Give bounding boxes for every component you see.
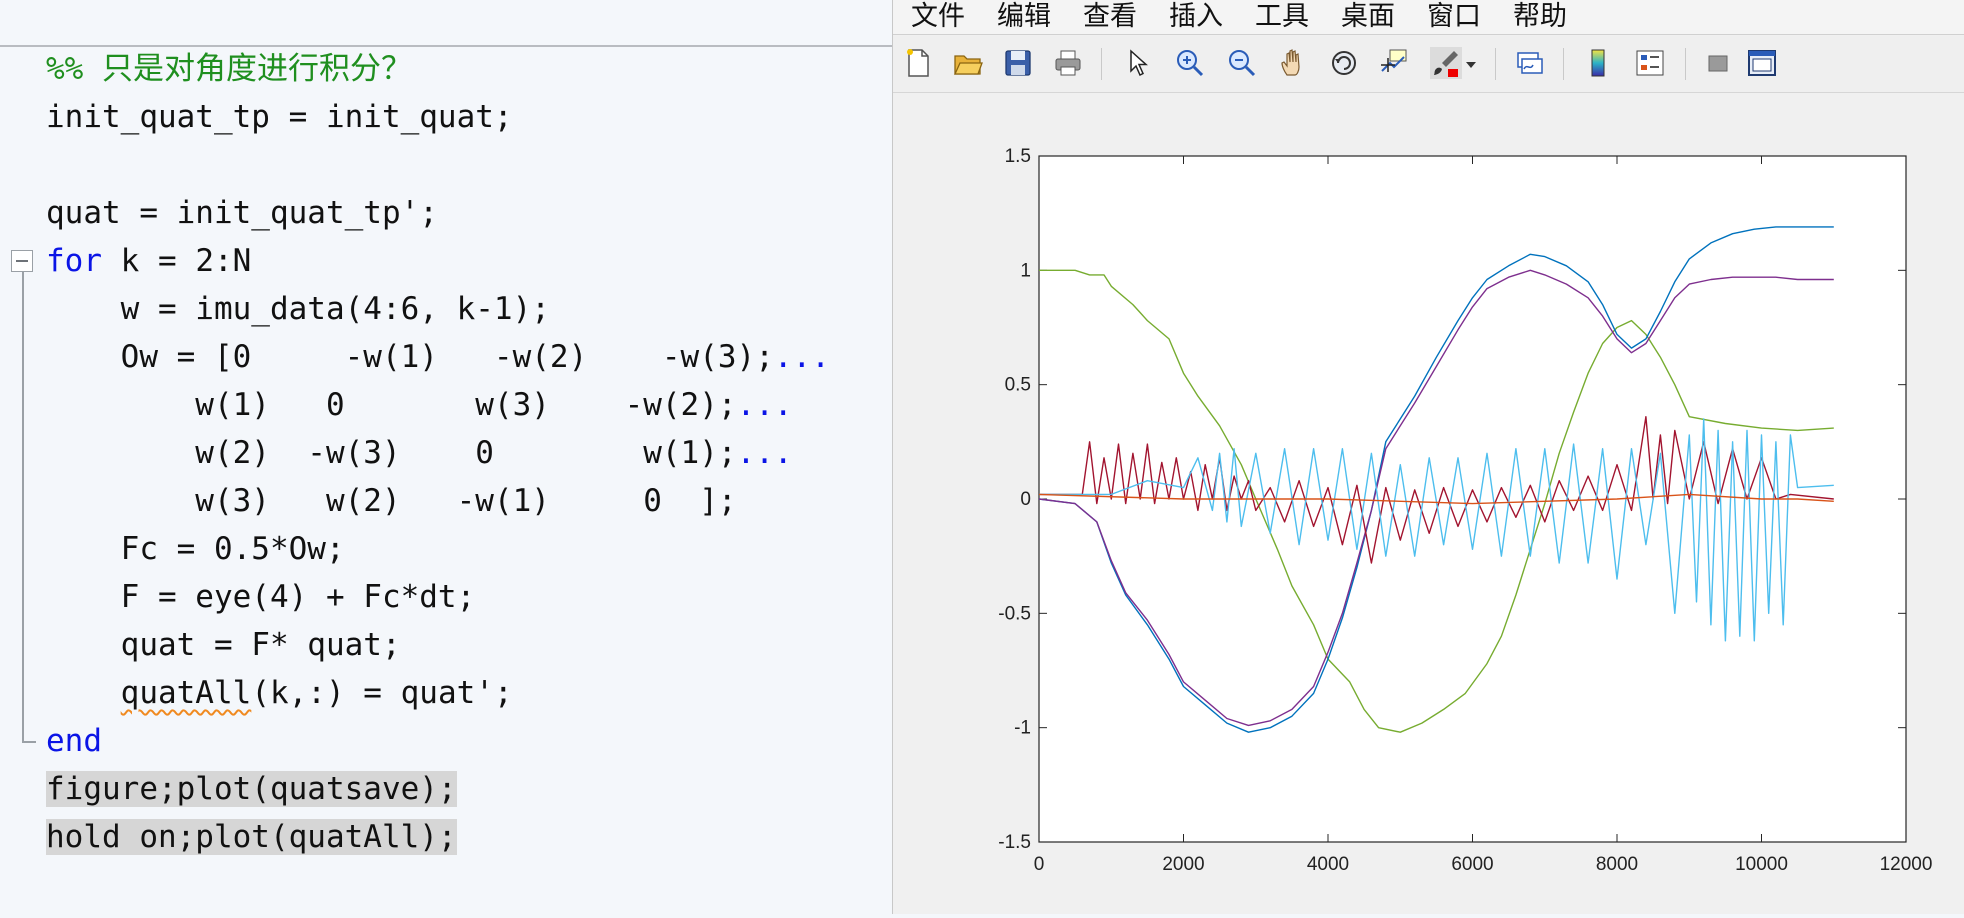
- code-line[interactable]: hold on;plot(quatAll);: [46, 816, 457, 858]
- zoom-out-icon[interactable]: [1225, 46, 1259, 80]
- code-editor[interactable]: %% 只是对角度进行积分？ init_quat_tp = init_quat;qu…: [0, 0, 892, 914]
- code-line[interactable]: for k = 2:N: [46, 240, 251, 282]
- code-line[interactable]: w(2) -w(3) 0 w(1);...: [46, 432, 793, 474]
- pointer-icon[interactable]: [1121, 46, 1155, 80]
- code-token: k = 2:N: [102, 243, 252, 279]
- code-line[interactable]: %% 只是对角度进行积分？: [46, 48, 412, 90]
- code-token: quat = F* quat;: [46, 627, 401, 663]
- menu-item[interactable]: 文件: [911, 3, 965, 31]
- rotate-3d-icon[interactable]: [1327, 46, 1361, 80]
- menu-item[interactable]: 查看: [1083, 3, 1137, 31]
- code-token: (k,:) = quat';: [251, 675, 513, 711]
- code-token: %% 只是对角度进行积分？: [46, 51, 412, 87]
- x-tick-label: 10000: [1735, 854, 1788, 875]
- y-tick-label: -1.5: [998, 832, 1031, 853]
- code-line[interactable]: F = eye(4) + Fc*dt;: [46, 576, 476, 618]
- code-line[interactable]: w(3) w(2) -w(1) 0 ];: [46, 480, 737, 522]
- code-fold-line: [22, 272, 24, 742]
- toolbar-separator: [1495, 48, 1496, 80]
- code-token: end: [46, 723, 102, 759]
- code-token: w(2) -w(3) 0 w(1);: [46, 435, 737, 471]
- y-tick-label: 1: [1020, 260, 1031, 281]
- menu-item[interactable]: 工具: [1255, 3, 1309, 31]
- print-icon[interactable]: [1051, 46, 1085, 80]
- y-tick-label: -0.5: [998, 603, 1031, 624]
- plot-area[interactable]: 0 2000 4000 6000 8000 10000 12000 1.5 1 0.5 0 -0.5 -…: [893, 93, 1964, 914]
- code-token: hold on;plot(quatAll);: [46, 819, 457, 855]
- x-tick-label: 4000: [1307, 854, 1349, 875]
- code-line[interactable]: quatAll(k,:) = quat';: [46, 672, 513, 714]
- code-token: Fc = 0.5*Ow;: [46, 531, 345, 567]
- y-tick-label: -1: [1014, 718, 1031, 739]
- code-token: Ow = [0 -w(1) -w(2) -w(3);: [46, 339, 774, 375]
- editor-divider: [0, 45, 892, 47]
- code-token: quat = init_quat_tp';: [46, 195, 438, 231]
- code-token: F = eye(4) + Fc*dt;: [46, 579, 476, 615]
- code-line[interactable]: w = imu_data(4:6, k-1);: [46, 288, 550, 330]
- dropdown-arrow-icon[interactable]: [1461, 46, 1481, 80]
- x-tick-label: 6000: [1451, 854, 1493, 875]
- code-line[interactable]: init_quat_tp = init_quat;: [46, 96, 513, 138]
- menu-item[interactable]: 窗口: [1427, 3, 1481, 31]
- new-figure-icon[interactable]: [901, 46, 935, 80]
- code-fold-toggle[interactable]: [11, 250, 33, 272]
- x-tick-label: 8000: [1596, 854, 1638, 875]
- toolbar-separator: [1563, 48, 1564, 80]
- legend-icon[interactable]: [1633, 46, 1667, 80]
- toolbar-separator: [1685, 48, 1686, 80]
- code-token: for: [46, 243, 102, 279]
- figure-toolbar: [893, 36, 1964, 93]
- code-fold-end: [22, 741, 36, 743]
- code-token: init_quat_tp = init_quat;: [46, 99, 513, 135]
- code-line[interactable]: Fc = 0.5*Ow;: [46, 528, 345, 570]
- zoom-in-icon[interactable]: [1173, 46, 1207, 80]
- open-folder-icon[interactable]: [951, 46, 985, 80]
- code-token: quatAll: [120, 675, 252, 711]
- code-line[interactable]: figure;plot(quatsave);: [46, 768, 457, 810]
- menu-item[interactable]: 桌面: [1341, 3, 1395, 31]
- code-line[interactable]: end: [46, 720, 102, 762]
- brush-icon[interactable]: [1429, 46, 1463, 80]
- code-line[interactable]: quat = init_quat_tp';: [46, 192, 438, 234]
- colorbar-icon[interactable]: [1581, 46, 1615, 80]
- figure-window[interactable]: 文件 编辑 查看 插入 工具 桌面 窗口 帮助 0 2000 4000 6000…: [892, 0, 1964, 914]
- code-token: figure;plot(quatsave);: [46, 771, 457, 807]
- show-plot-tools-icon[interactable]: [1745, 46, 1779, 80]
- code-token: w(3) w(2) -w(1) 0 ];: [46, 483, 737, 519]
- x-tick-label: 0: [1034, 854, 1045, 875]
- link-plot-icon[interactable]: [1513, 46, 1547, 80]
- code-token: ...: [736, 387, 793, 423]
- code-token: w = imu_data(4:6, k-1);: [46, 291, 550, 327]
- y-tick-label: 0: [1020, 489, 1031, 510]
- y-tick-label: 0.5: [1005, 375, 1031, 396]
- menu-item[interactable]: 编辑: [997, 3, 1051, 31]
- code-token: ...: [773, 339, 830, 375]
- line-chart[interactable]: 0 2000 4000 6000 8000 10000 12000 1.5 1 0.5 0 -0.5 -…: [893, 93, 1964, 914]
- toolbar-separator: [1101, 48, 1102, 80]
- code-line[interactable]: Ow = [0 -w(1) -w(2) -w(3);...: [46, 336, 830, 378]
- x-tick-label: 12000: [1880, 854, 1933, 875]
- hide-plot-tools-icon[interactable]: [1701, 46, 1735, 80]
- pan-hand-icon[interactable]: [1277, 46, 1311, 80]
- x-tick-label: 2000: [1162, 854, 1204, 875]
- code-line[interactable]: quat = F* quat;: [46, 624, 401, 666]
- code-token: w(1) 0 w(3) -w(2);: [46, 387, 737, 423]
- y-tick-label: 1.5: [1005, 146, 1031, 167]
- menu-item[interactable]: 帮助: [1513, 3, 1567, 31]
- code-line[interactable]: w(1) 0 w(3) -w(2);...: [46, 384, 793, 426]
- data-cursor-icon[interactable]: [1377, 46, 1411, 80]
- menu-item[interactable]: 插入: [1169, 3, 1223, 31]
- save-icon[interactable]: [1001, 46, 1035, 80]
- figure-menubar: 文件 编辑 查看 插入 工具 桌面 窗口 帮助: [893, 0, 1964, 35]
- code-token: ...: [736, 435, 793, 471]
